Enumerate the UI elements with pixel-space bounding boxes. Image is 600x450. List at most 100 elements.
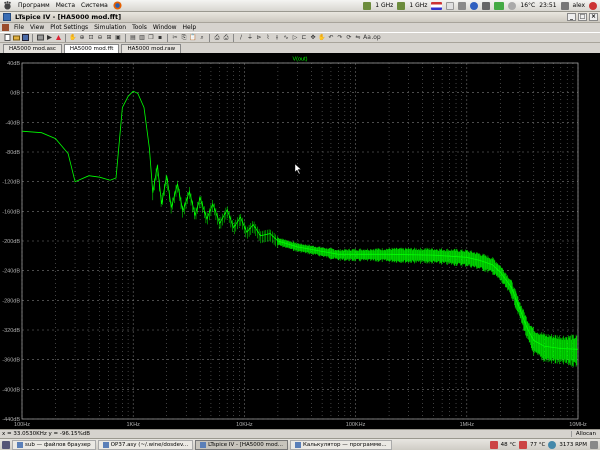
copy-icon[interactable]: ⎘ (180, 34, 188, 42)
new-schematic-icon[interactable] (3, 34, 11, 42)
text-icon[interactable]: Aa (363, 34, 371, 42)
y-tick-label: -160dB (2, 209, 20, 215)
cpu1-frequency: 1 GHz (375, 2, 394, 9)
component-icon[interactable]: ⊏ (300, 34, 308, 42)
x-tick-label: 1MHz (460, 422, 475, 428)
open-icon[interactable] (12, 34, 20, 42)
menu-window[interactable]: Window (150, 24, 180, 31)
cursor-readout: x = 33.0530KHz y = -96.15%dB (2, 431, 91, 437)
menu-simulation[interactable]: Simulation (91, 24, 129, 31)
move-icon[interactable]: ✥ (309, 34, 317, 42)
undo-icon[interactable]: ↶ (327, 34, 335, 42)
waveform-viewer[interactable]: 40dB 0dB -40dB -80dB -120dB -160dB -200dB -240d… (0, 53, 600, 429)
label-net-icon[interactable]: ⊳ (255, 34, 263, 42)
y-tick-label: -40dB (5, 120, 20, 126)
resistor-icon[interactable]: ⌇ (264, 34, 272, 42)
user-name[interactable]: alex (573, 2, 585, 9)
spice-directive-icon[interactable]: .op (371, 34, 380, 42)
redo-icon[interactable]: ↷ (336, 34, 344, 42)
zoom-fit-icon[interactable]: ⊞ (105, 34, 113, 42)
network-icon[interactable] (458, 1, 467, 10)
y-tick-label: -360dB (2, 358, 20, 364)
tile-horizontal-icon[interactable]: ▤ (129, 34, 137, 42)
window-titlebar[interactable]: LTspice IV - [HA5000 mod.fft] _ □ × (0, 12, 600, 23)
cut-icon[interactable]: ✂ (171, 34, 179, 42)
gnome-foot-icon[interactable] (3, 1, 12, 10)
minimize-button[interactable]: _ (567, 13, 576, 21)
system-menu[interactable]: Система (78, 0, 111, 12)
places-menu[interactable]: Места (53, 0, 78, 12)
control-panel-icon[interactable] (36, 34, 44, 42)
bluetooth-icon[interactable] (470, 1, 479, 10)
tab-raw[interactable]: HA5000 mod.raw (121, 44, 182, 53)
task-editor[interactable]: OP37.asy (~/.wine/dosdev... (97, 439, 194, 450)
close-button[interactable]: × (589, 13, 598, 21)
diode-icon[interactable]: ▷ (291, 34, 299, 42)
menu-view[interactable]: View (27, 24, 47, 31)
menu-plot-settings[interactable]: Plot Settings (47, 24, 91, 31)
ltspice-app-icon (3, 13, 11, 21)
task-file-browser[interactable]: sub — файлов браузер (12, 439, 96, 450)
show-desktop-icon[interactable] (2, 440, 10, 449)
wire-icon[interactable]: ∕ (237, 34, 245, 42)
paste-icon[interactable]: 📋 (189, 34, 197, 42)
cascade-icon[interactable]: ❐ (147, 34, 155, 42)
plot-background (0, 53, 600, 429)
pan-icon[interactable]: ✋ (69, 34, 77, 42)
find-icon[interactable]: ⌕ (198, 34, 206, 42)
document-menu-icon[interactable] (2, 24, 9, 31)
zoom-in-icon[interactable]: ⊕ (78, 34, 86, 42)
y-tick-label: 40dB (7, 61, 20, 67)
battery-icon[interactable] (494, 1, 505, 10)
gpu-temp-icon (519, 440, 528, 449)
mail-icon[interactable] (446, 1, 455, 10)
save-icon[interactable] (21, 34, 29, 42)
y-tick-label: -120dB (2, 180, 20, 186)
firefox-launcher-icon[interactable] (113, 1, 122, 10)
trash-icon[interactable] (590, 440, 598, 449)
menu-bar: File View Plot Settings Simulation Tools… (0, 23, 600, 32)
menu-help[interactable]: Help (180, 24, 200, 31)
weather-icon (508, 1, 517, 10)
capacitor-icon[interactable]: ⫲ (273, 34, 281, 42)
maximize-button[interactable]: □ (578, 13, 587, 21)
halt-icon[interactable] (54, 34, 62, 42)
trace-label: V(out) (293, 57, 308, 63)
menu-file[interactable]: File (11, 24, 27, 31)
cpu-temp-icon (489, 440, 498, 449)
fft-plot[interactable]: 40dB 0dB -40dB -80dB -120dB -160dB -200dB -240d… (0, 53, 600, 429)
keyboard-layout-flag-icon[interactable] (431, 1, 443, 10)
zoom-out-icon[interactable]: ⊖ (96, 34, 104, 42)
tab-schematic[interactable]: HA5000 mod.asc (3, 44, 62, 53)
tab-fft[interactable]: HA5000 mod.fft (63, 44, 120, 53)
print-icon[interactable]: ⎙ (222, 34, 230, 42)
ground-icon[interactable]: ⏚ (246, 34, 254, 42)
y-tick-label: -280dB (2, 298, 20, 304)
close-window-icon[interactable]: ▪ (156, 34, 164, 42)
y-tick-label: -320dB (2, 328, 20, 334)
toolbar-separator (233, 33, 234, 42)
x-tick-label: 100Hz (14, 422, 30, 428)
top-panel: Программ Места Система 1 GHz 1 GHz 16°C … (0, 0, 600, 12)
applications-menu[interactable]: Программ (15, 0, 53, 12)
volume-icon[interactable] (482, 1, 491, 10)
task-ltspice[interactable]: LTspice IV - [HA5000 mod... (195, 439, 288, 450)
power-icon[interactable] (589, 1, 597, 10)
run-icon[interactable] (45, 34, 53, 42)
task-label: sub — файлов браузер (25, 441, 91, 448)
drag-icon[interactable]: ✋ (318, 34, 326, 42)
clock[interactable]: 23:51 (539, 2, 556, 9)
rotate-icon[interactable]: ⟳ (345, 34, 353, 42)
tile-vertical-icon[interactable]: ▥ (138, 34, 146, 42)
toolbar-separator (167, 33, 168, 42)
task-calculator[interactable]: Калькулятор — программе... (290, 439, 392, 450)
task-label: Калькулятор — программе... (303, 441, 387, 448)
menu-tools[interactable]: Tools (129, 24, 150, 31)
bottom-taskbar: sub — файлов браузер OP37.asy (~/.wine/d… (0, 438, 600, 450)
print-preview-icon[interactable]: ⎙ (213, 34, 221, 42)
zoom-area-icon[interactable]: ⊡ (87, 34, 95, 42)
inductor-icon[interactable]: ∿ (282, 34, 290, 42)
autorange-icon[interactable]: ▣ (114, 34, 122, 42)
y-tick-label: -80dB (5, 150, 20, 156)
mirror-icon[interactable]: ⇋ (354, 34, 362, 42)
